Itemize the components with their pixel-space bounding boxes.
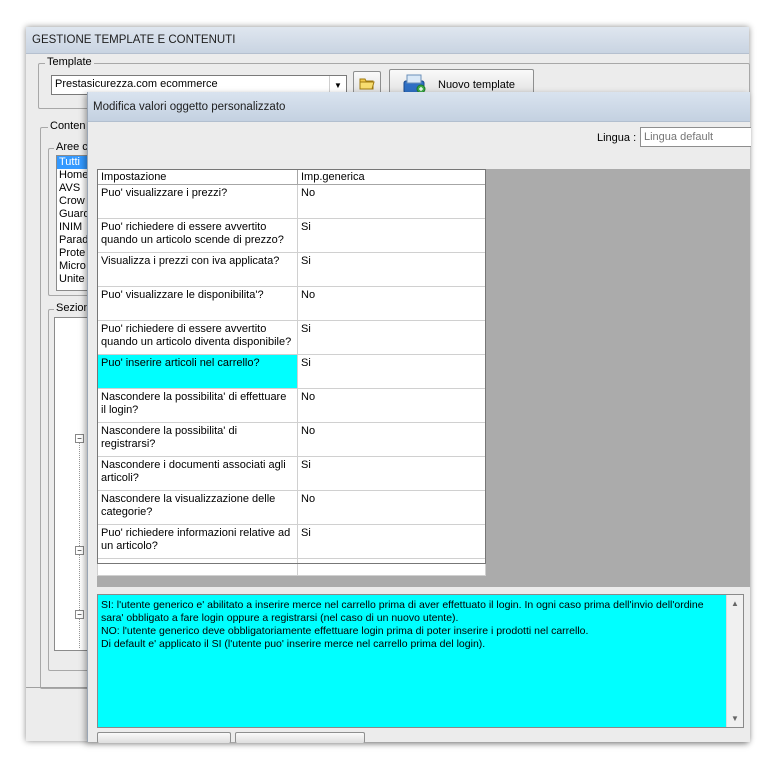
table-row[interactable]: Nascondere la possibilita' di effettuare… — [97, 388, 486, 423]
setting-cell[interactable]: Nascondere i documenti associati agli ar… — [97, 456, 298, 491]
template-select-value: Prestasicurezza.com ecommerce — [55, 78, 218, 90]
table-row[interactable]: Nascondere la visualizzazione delle cate… — [97, 490, 486, 525]
value-cell[interactable]: No — [297, 286, 486, 321]
tree-collapse-icon[interactable]: − — [75, 546, 84, 555]
tree-collapse-icon[interactable]: − — [75, 610, 84, 619]
setting-cell[interactable]: Nascondere la visualizzazione delle cate… — [97, 490, 298, 525]
dialog-button-left[interactable] — [97, 732, 231, 743]
list-item[interactable]: Tutti — [57, 156, 88, 169]
value-cell[interactable]: Si — [297, 218, 486, 253]
value-cell[interactable]: No — [297, 422, 486, 457]
tree-collapse-icon[interactable]: − — [75, 434, 84, 443]
value-cell[interactable]: Si — [297, 456, 486, 491]
description-text: SI: l'utente generico e' abilitato a ins… — [101, 599, 704, 650]
grid-header: Impostazione Imp.generica — [97, 169, 486, 185]
setting-cell[interactable]: Puo' visualizzare le disponibilita'? — [97, 286, 298, 321]
sections-tree[interactable]: − − − — [54, 317, 91, 651]
list-item[interactable]: Parad — [57, 234, 88, 247]
setting-cell[interactable]: Puo' richiedere di essere avvertito quan… — [97, 320, 298, 355]
table-row[interactable]: Puo' visualizzare i prezzi? No — [97, 184, 486, 219]
value-cell[interactable] — [297, 558, 486, 576]
value-cell[interactable]: Si — [297, 524, 486, 559]
setting-cell[interactable]: Puo' richiedere di essere avvertito quan… — [97, 218, 298, 253]
list-item[interactable]: INIM — [57, 221, 88, 234]
list-item[interactable]: AVS — [57, 182, 88, 195]
lingua-label: Lingua : — [597, 132, 637, 144]
table-row-empty[interactable] — [97, 558, 486, 576]
value-cell[interactable]: No — [297, 490, 486, 525]
aree-group-label: Aree c — [54, 141, 90, 154]
setting-cell[interactable]: Puo' inserire articoli nel carrello? — [97, 354, 298, 389]
areas-list[interactable]: Tutti Home AVS Crow Guard INIM Parad Pro… — [56, 155, 89, 291]
back-window-titlebar: GESTIONE TEMPLATE E CONTENUTI — [26, 27, 749, 54]
setting-cell[interactable]: Puo' richiedere informazioni relative ad… — [97, 524, 298, 559]
description-box[interactable]: SI: l'utente generico e' abilitato a ins… — [97, 594, 744, 728]
dialog-titlebar: Modifica valori oggetto personalizzato — [88, 92, 750, 122]
dialog-button-right[interactable] — [235, 732, 365, 743]
setting-cell[interactable]: Visualizza i prezzi con iva applicata? — [97, 252, 298, 287]
edit-custom-object-dialog: Modifica valori oggetto personalizzato L… — [87, 92, 752, 743]
setting-cell[interactable]: Nascondere la possibilita' di registrars… — [97, 422, 298, 457]
column-header-setting[interactable]: Impostazione — [97, 169, 298, 185]
table-row-selected[interactable]: Puo' inserire articoli nel carrello? Si — [97, 354, 486, 389]
value-cell[interactable]: Si — [297, 320, 486, 355]
list-item[interactable]: Micro — [57, 260, 88, 273]
settings-grid[interactable]: Impostazione Imp.generica Puo' visualizz… — [97, 169, 486, 576]
table-row[interactable]: Puo' richiedere di essere avvertito quan… — [97, 218, 486, 253]
lingua-input[interactable] — [641, 128, 752, 146]
table-row[interactable]: Nascondere i documenti associati agli ar… — [97, 456, 486, 491]
value-cell[interactable]: No — [297, 388, 486, 423]
list-item[interactable]: Guard — [57, 208, 88, 221]
dialog-title: Modifica valori oggetto personalizzato — [93, 101, 286, 113]
setting-cell[interactable] — [97, 558, 298, 576]
setting-cell[interactable]: Nascondere la possibilita' di effettuare… — [97, 388, 298, 423]
list-item[interactable]: Crow — [57, 195, 88, 208]
value-cell[interactable]: Si — [297, 354, 486, 389]
new-template-label: Nuovo template — [438, 79, 516, 91]
table-row[interactable]: Puo' richiedere informazioni relative ad… — [97, 524, 486, 559]
back-window-title: GESTIONE TEMPLATE E CONTENUTI — [32, 34, 236, 46]
value-cell[interactable]: Si — [297, 252, 486, 287]
list-item[interactable]: Unite — [57, 273, 88, 286]
list-item[interactable]: Home — [57, 169, 88, 182]
sezioni-group-label: Sezion — [54, 302, 92, 315]
table-row[interactable]: Puo' richiedere di essere avvertito quan… — [97, 320, 486, 355]
column-header-value[interactable]: Imp.generica — [297, 169, 486, 185]
description-scrollbar[interactable]: ▲ ▼ — [726, 595, 743, 727]
value-cell[interactable]: No — [297, 184, 486, 219]
contenuti-group-label: Conten — [48, 120, 88, 133]
scroll-down-icon[interactable]: ▼ — [731, 714, 739, 723]
list-item[interactable]: Prote — [57, 247, 88, 260]
folder-icon — [359, 78, 375, 90]
scroll-up-icon[interactable]: ▲ — [731, 599, 739, 608]
lingua-field[interactable] — [640, 127, 752, 147]
setting-cell[interactable]: Puo' visualizzare i prezzi? — [97, 184, 298, 219]
table-row[interactable]: Puo' visualizzare le disponibilita'? No — [97, 286, 486, 321]
table-row[interactable]: Visualizza i prezzi con iva applicata? S… — [97, 252, 486, 287]
settings-grid-area: Impostazione Imp.generica Puo' visualizz… — [97, 169, 750, 587]
template-group-label: Template — [45, 56, 94, 69]
table-row[interactable]: Nascondere la possibilita' di registrars… — [97, 422, 486, 457]
